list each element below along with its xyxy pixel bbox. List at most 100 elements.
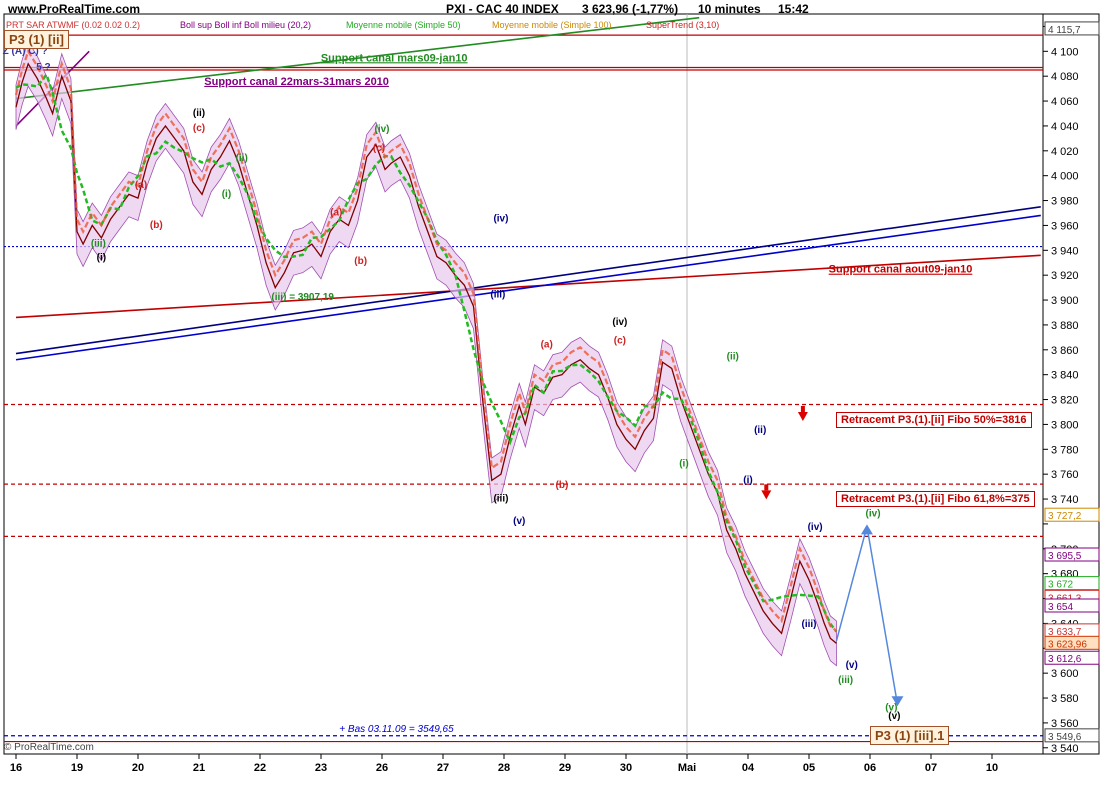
indicator-ma100: Moyenne mobile (Simple 100) (492, 20, 612, 30)
wave-label: (iv) (375, 124, 390, 135)
y-tick-label: 3 800 (1051, 419, 1079, 431)
y-tick-label: 3 600 (1051, 668, 1079, 680)
wave-label: (c) (373, 143, 385, 154)
wave-label: (i) (743, 475, 752, 486)
price-tag: 3 633,7 (1044, 623, 1100, 638)
wave-label: (v) (513, 516, 525, 527)
wave-label: (v) (885, 702, 897, 713)
y-tick-label: 3 900 (1051, 295, 1079, 307)
wave-label: (i) (222, 189, 231, 200)
instrument-title: PXI - CAC 40 INDEX (446, 2, 559, 16)
x-tick-label: 29 (559, 762, 571, 774)
x-tick-label: 20 (132, 762, 144, 774)
price-tag-value: 4 115,7 (1048, 25, 1081, 36)
y-tick-label: 4 100 (1051, 46, 1079, 58)
y-tick-label: 4 020 (1051, 146, 1079, 158)
y-tick-label: 3 860 (1051, 345, 1079, 357)
x-tick-label: 19 (71, 762, 83, 774)
x-tick-label: 28 (498, 762, 510, 774)
price-tag: 4 115,7 (1044, 21, 1100, 36)
indicator-bollinger: Boll sup Boll inf Boll milieu (20,2) (180, 20, 312, 30)
x-tick-label: 30 (620, 762, 632, 774)
x-tick-label: 27 (437, 762, 449, 774)
wave-label: (ii) (754, 425, 766, 436)
price-tag-value: 3 672 (1048, 580, 1073, 591)
y-tick-label: 3 560 (1051, 718, 1079, 730)
site-name[interactable]: www.ProRealTime.com (8, 2, 140, 16)
wave-label: (iv) (493, 214, 508, 225)
x-tick-label: 06 (864, 762, 876, 774)
x-tick-label: 21 (193, 762, 205, 774)
y-tick-label: 3 780 (1051, 444, 1079, 456)
y-tick-label: 3 820 (1051, 395, 1079, 407)
x-tick-label: 16 (10, 762, 22, 774)
x-tick-label: 04 (742, 762, 755, 774)
wave-label: (iii) (490, 290, 505, 301)
y-tick-label: 3 960 (1051, 220, 1079, 232)
y-tick-label: 4 040 (1051, 121, 1079, 133)
x-tick-label: Mai (678, 762, 696, 774)
y-tick-label: 3 840 (1051, 370, 1079, 382)
price-tag: 3 727,2 (1044, 507, 1100, 522)
price-tag: 3 695,5 (1044, 547, 1100, 562)
price-tag: 3 612,6 (1044, 650, 1100, 665)
x-tick-label: 26 (376, 762, 388, 774)
wave-label: (a) (135, 180, 147, 191)
pbox-ii: P3 (1) [ii] (4, 30, 69, 49)
annotation-label: Support canal 22mars-31mars 2010 (204, 76, 389, 88)
chart-area: 3 5403 5603 5803 6003 6403 6603 6803 700… (0, 0, 1100, 800)
signal-arrow-stem (764, 484, 769, 491)
y-tick-label: 4 060 (1051, 96, 1079, 108)
wave-label: (b) (150, 220, 163, 231)
price-tag-value: 3 612,6 (1048, 654, 1082, 665)
wave-label: (a) (330, 207, 342, 218)
annotation-label: Support canal mars09-jan10 (321, 52, 468, 64)
wave-label: (c) (614, 336, 626, 347)
wave-label: (iv) (612, 317, 627, 328)
y-tick-label: 3 940 (1051, 245, 1079, 257)
wave-label: (c) (193, 123, 205, 134)
x-tick-label: 05 (803, 762, 815, 774)
fibo-50-label: Retracemt P3.(1).[ii] Fibo 50%=3816 (836, 412, 1032, 428)
wave-label: (a) (541, 339, 553, 350)
wave-label: (iv) (808, 522, 823, 533)
price-tag: 3 672 (1044, 576, 1100, 591)
wave-label: (v) (846, 660, 858, 671)
footer-copyright: © ProRealTime.com (4, 742, 94, 753)
bas-label: + Bas 03.11.09 = 3549,65 (339, 724, 454, 735)
wave-label: (iii) (493, 494, 508, 505)
wave-label: (iv) (866, 508, 881, 519)
indicator-supertrend: SuperTrend (3,10) (646, 20, 720, 30)
price-tag: 3 623,96 (1044, 635, 1100, 650)
clock-time: 15:42 (778, 2, 809, 16)
wave-label: (iii) (838, 675, 853, 686)
x-tick-label: 23 (315, 762, 327, 774)
y-tick-label: 4 080 (1051, 71, 1079, 83)
y-tick-label: 3 760 (1051, 469, 1079, 481)
price-tag: 3 549,6 (1044, 728, 1100, 743)
y-tick-label: 3 880 (1051, 320, 1079, 332)
wave-label: (iii) = 3907,19 (271, 292, 334, 303)
wave-label: 5 ? (36, 62, 50, 73)
x-tick-label: 10 (986, 762, 998, 774)
y-tick-label: 3 920 (1051, 270, 1079, 282)
wave-label: (iii) (91, 239, 106, 250)
x-tick-label: 07 (925, 762, 937, 774)
wave-label: (b) (556, 480, 569, 491)
pbox-iii-1: P3 (1) [iii].1 (870, 726, 950, 745)
price-tag-value: 3 727,2 (1048, 511, 1082, 522)
wave-label: (b) (354, 256, 367, 267)
indicator-ma50: Moyenne mobile (Simple 50) (346, 20, 461, 30)
price-tag-value: 3 695,5 (1048, 551, 1082, 562)
chart-svg: 3 5403 5603 5803 6003 6403 6603 6803 700… (3, 13, 1100, 774)
y-tick-label: 3 740 (1051, 494, 1079, 506)
y-tick-label: 3 580 (1051, 693, 1079, 705)
price-tag-value: 3 549,6 (1048, 732, 1082, 743)
wave-label: (ii) (236, 153, 248, 164)
annotation-label: Support canal aout09-jan10 (829, 264, 973, 276)
y-tick-label: 4 000 (1051, 171, 1079, 183)
indicator-sar: PRT SAR ATWMF (0.02 0.02 0.2) (6, 20, 141, 30)
y-tick-label: 3 540 (1051, 743, 1079, 755)
wave-label: (iii) (802, 619, 817, 630)
timeframe: 10 minutes (698, 2, 761, 16)
